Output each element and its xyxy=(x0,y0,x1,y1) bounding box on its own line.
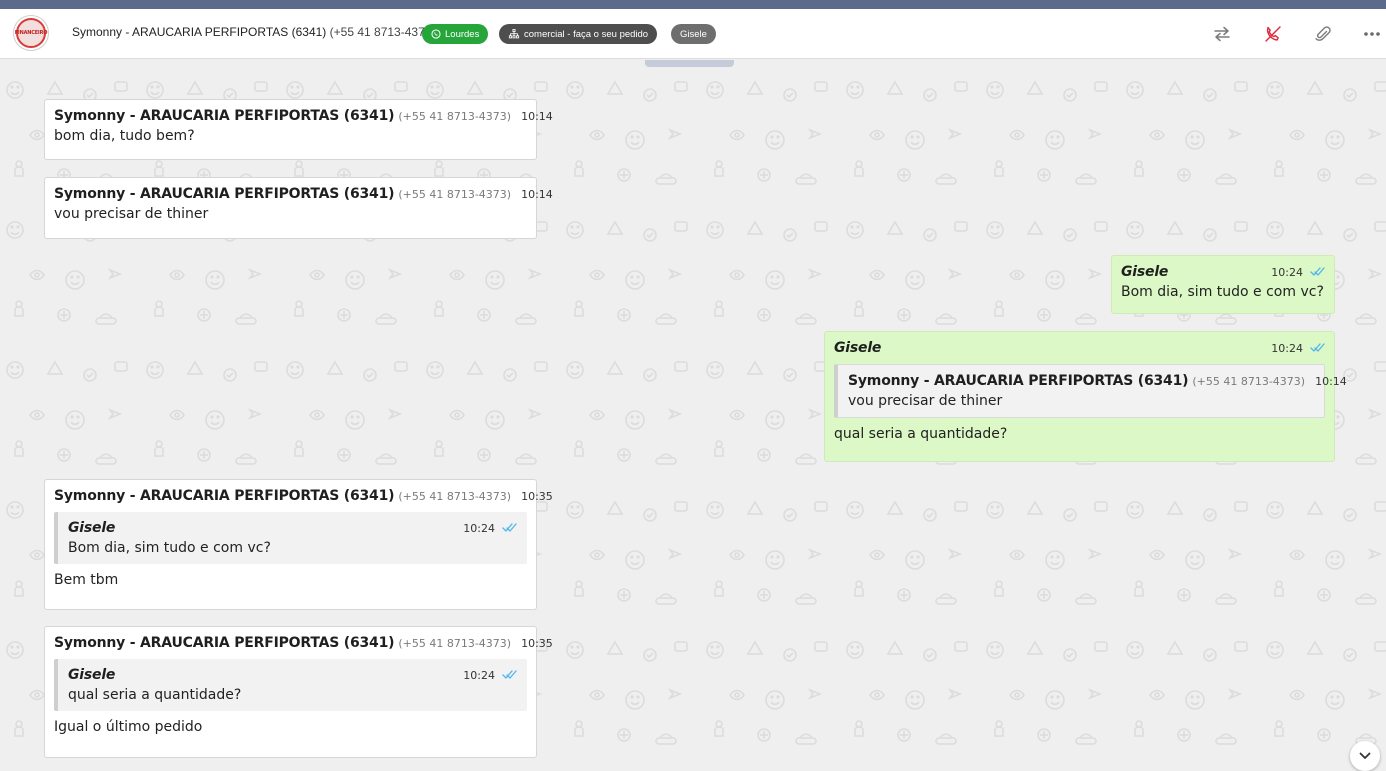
read-ticks-icon xyxy=(502,670,517,679)
quoted-time: 10:24 xyxy=(463,669,495,682)
message-sender: Gisele xyxy=(1121,264,1169,280)
avatar-logo: FINANCEIRO xyxy=(14,18,48,48)
incoming-message[interactable]: Symonny - ARAUCARIA PERFIPORTAS (6341) (… xyxy=(44,626,553,758)
message-header: Symonny - ARAUCARIA PERFIPORTAS (6341) (… xyxy=(54,488,553,504)
quoted-time: 10:14 xyxy=(1315,375,1347,388)
contact-name: Symonny - ARAUCARIA PERFIPORTAS (6341) xyxy=(72,25,327,39)
quoted-text: vou precisar de thiner xyxy=(848,393,1003,409)
assigned-user-badge[interactable]: Gisele xyxy=(671,24,716,44)
quoted-sender: Symonny - ARAUCARIA PERFIPORTAS (6341) xyxy=(848,373,1189,389)
queue-badge[interactable]: comercial - faça o seu pedido xyxy=(499,24,658,44)
queue-label: comercial - faça o seu pedido xyxy=(524,28,649,40)
incoming-message[interactable]: Symonny - ARAUCARIA PERFIPORTAS (6341) (… xyxy=(44,99,553,160)
message-time: 10:14 xyxy=(521,110,553,123)
quoted-message[interactable]: Gisele 10:24 qual seria a quantidade? xyxy=(54,659,527,711)
top-strip xyxy=(0,0,1386,9)
message-header: Symonny - ARAUCARIA PERFIPORTAS (6341) (… xyxy=(54,108,553,124)
message-header: Gisele 10:24 xyxy=(834,340,1325,356)
quoted-time: 10:24 xyxy=(463,522,495,535)
message-text: bom dia, tudo bem? xyxy=(54,128,195,144)
message-time: 10:24 xyxy=(1271,342,1303,355)
message-header: Gisele 10:24 xyxy=(1121,264,1325,280)
quoted-text: qual seria a quantidade? xyxy=(68,687,242,703)
quoted-sender: Gisele xyxy=(68,520,116,536)
message-header: Symonny - ARAUCARIA PERFIPORTAS (6341) (… xyxy=(54,635,553,651)
message-text: Igual o último pedido xyxy=(54,719,203,735)
read-ticks-icon xyxy=(502,523,517,532)
message-text: Bem tbm xyxy=(54,572,119,588)
message-time: 10:35 xyxy=(521,637,553,650)
quoted-sender: Gisele xyxy=(68,667,116,683)
message-time: 10:35 xyxy=(521,490,553,503)
message-text: Bom dia, sim tudo e com vc? xyxy=(1121,284,1324,300)
attach-icon[interactable] xyxy=(1313,24,1333,44)
message-sender: Symonny - ARAUCARIA PERFIPORTAS (6341) xyxy=(54,186,395,202)
contact-phone: (+55 41 8713-4373) xyxy=(329,25,436,39)
message-text: qual seria a quantidade? xyxy=(834,426,1008,442)
more-icon[interactable] xyxy=(1362,24,1382,44)
message-sender-phone: (+55 41 8713-4373) xyxy=(398,637,512,650)
incoming-message[interactable]: Symonny - ARAUCARIA PERFIPORTAS (6341) (… xyxy=(44,177,553,239)
chat-area[interactable]: Symonny - ARAUCARIA PERFIPORTAS (6341) (… xyxy=(0,60,1386,771)
message-sender-phone: (+55 41 8713-4373) xyxy=(398,188,512,201)
message-time: 10:24 xyxy=(1271,266,1303,279)
avatar[interactable]: FINANCEIRO xyxy=(13,15,49,51)
transfer-icon[interactable] xyxy=(1212,24,1232,44)
message-sender-phone: (+55 41 8713-4373) xyxy=(398,110,512,123)
message-text: vou precisar de thiner xyxy=(54,206,209,222)
quoted-sender-phone: (+55 41 8713-4373) xyxy=(1192,375,1306,388)
load-more-indicator[interactable] xyxy=(645,60,734,67)
incoming-message[interactable]: Symonny - ARAUCARIA PERFIPORTAS (6341) (… xyxy=(44,479,553,610)
whatsapp-icon xyxy=(431,29,441,39)
whatsapp-connection-label: Lourdes xyxy=(445,28,480,40)
read-ticks-icon xyxy=(1310,267,1325,276)
read-ticks-icon xyxy=(1310,343,1325,352)
message-sender: Symonny - ARAUCARIA PERFIPORTAS (6341) xyxy=(54,488,395,504)
message-time: 10:14 xyxy=(521,188,553,201)
chat-header: FINANCEIRO Symonny - ARAUCARIA PERFIPORT… xyxy=(0,9,1386,59)
chevron-down-icon xyxy=(1359,752,1371,759)
quoted-text: Bom dia, sim tudo e com vc? xyxy=(68,540,271,556)
sitemap-icon xyxy=(508,29,520,39)
whatsapp-connection-badge[interactable]: Lourdes xyxy=(422,24,489,44)
outgoing-message[interactable]: Gisele 10:24 Bom dia, sim tudo e com vc? xyxy=(1111,255,1335,314)
message-header: Symonny - ARAUCARIA PERFIPORTAS (6341) (… xyxy=(54,186,553,202)
message-sender: Gisele xyxy=(834,340,882,356)
outgoing-message[interactable]: Gisele 10:24 Symonny - ARAUCARIA PERFIPO… xyxy=(824,331,1347,462)
contact-title[interactable]: Symonny - ARAUCARIA PERFIPORTAS (6341) (… xyxy=(72,25,435,39)
message-sender: Symonny - ARAUCARIA PERFIPORTAS (6341) xyxy=(54,635,395,651)
message-sender: Symonny - ARAUCARIA PERFIPORTAS (6341) xyxy=(54,108,395,124)
quoted-message-header: Gisele 10:24 xyxy=(68,520,517,536)
avatar-text: FINANCEIRO xyxy=(14,30,48,36)
quoted-message-header: Gisele 10:24 xyxy=(68,667,517,683)
quoted-message-header: Symonny - ARAUCARIA PERFIPORTAS (6341) (… xyxy=(848,373,1347,389)
quoted-message[interactable]: Gisele 10:24 Bom dia, sim tudo e com vc? xyxy=(54,512,527,564)
message-sender-phone: (+55 41 8713-4373) xyxy=(398,490,512,503)
scroll-to-bottom-button[interactable] xyxy=(1350,741,1380,771)
end-call-icon[interactable] xyxy=(1263,24,1283,44)
quoted-message[interactable]: Symonny - ARAUCARIA PERFIPORTAS (6341) (… xyxy=(834,364,1347,418)
assigned-user-label: Gisele xyxy=(680,28,707,40)
